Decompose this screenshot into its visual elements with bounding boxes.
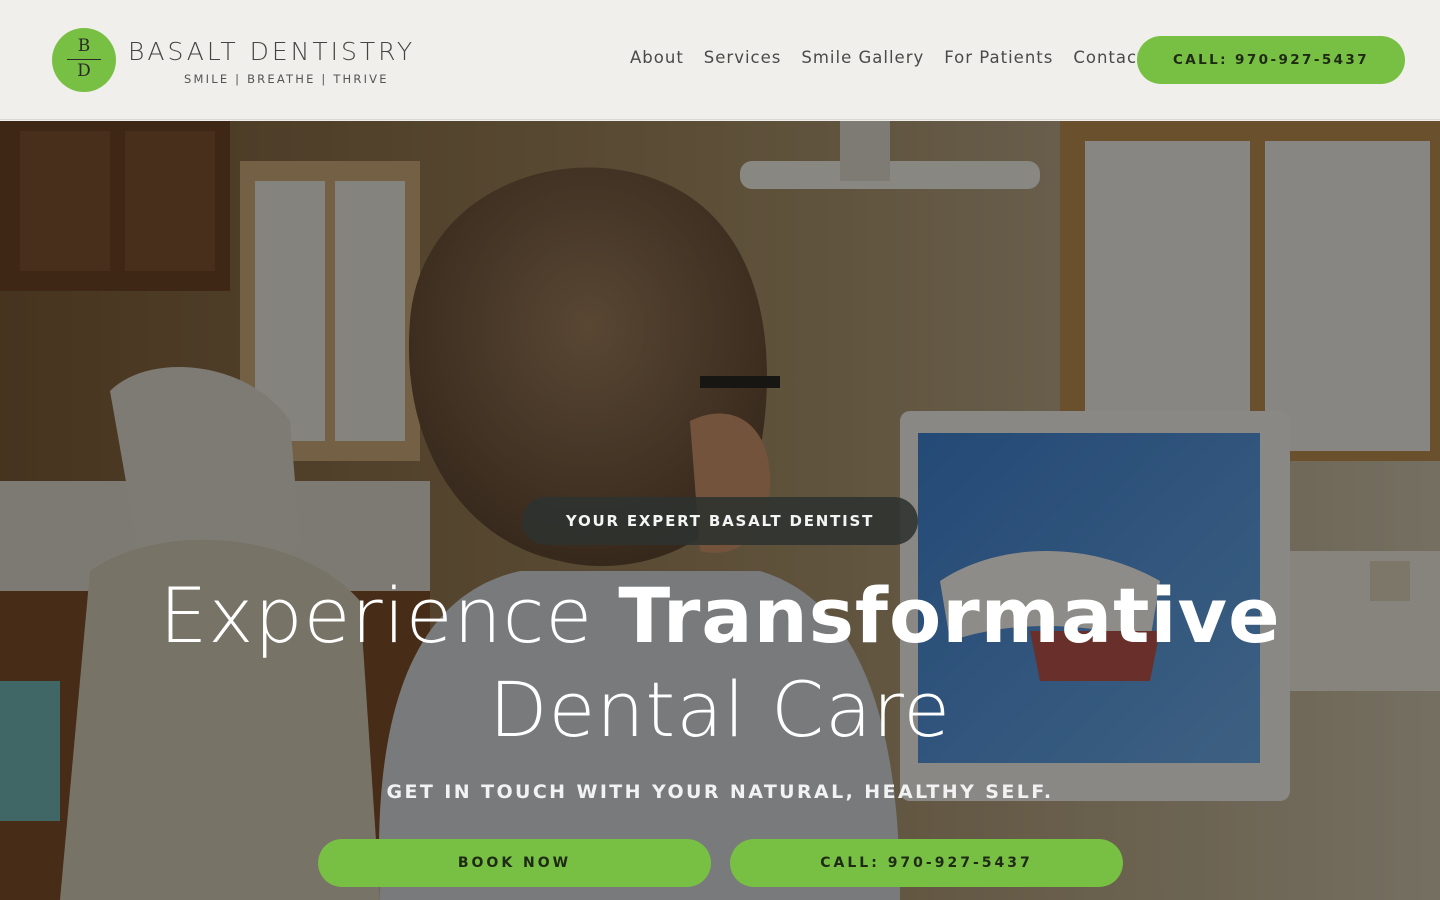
nav-link-services[interactable]: Services xyxy=(704,48,782,67)
hero-call-button[interactable]: CALL: 970-927-5437 xyxy=(730,839,1123,887)
hero-headline: Experience Transformative Dental Care xyxy=(0,569,1440,757)
nav-link-about[interactable]: About xyxy=(630,48,684,67)
headline-light-text: Experience xyxy=(159,571,619,660)
headline-line-two: Dental Care xyxy=(488,665,952,754)
book-now-button[interactable]: BOOK NOW xyxy=(318,839,711,887)
nav-link-smile-gallery[interactable]: Smile Gallery xyxy=(801,48,924,67)
brand-tagline: SMILE | BREATHE | THRIVE xyxy=(184,71,389,86)
main-nav: About Services Smile Gallery For Patient… xyxy=(630,48,1165,67)
brand-name: BASALT DENTISTRY xyxy=(128,36,416,66)
site-logo[interactable]: B D BASALT DENTISTRY SMILE | BREATHE | T… xyxy=(52,28,415,92)
logo-letter-top: B xyxy=(77,36,91,56)
logo-letter-bottom: D xyxy=(77,61,91,81)
hero-subheadline: GET IN TOUCH WITH YOUR NATURAL, HEALTHY … xyxy=(386,781,1054,803)
header-call-button[interactable]: CALL: 970-927-5437 xyxy=(1137,36,1405,84)
logo-text: BASALT DENTISTRY SMILE | BREATHE | THRIV… xyxy=(128,39,415,86)
nav-link-for-patients[interactable]: For Patients xyxy=(944,48,1053,67)
hero-eyebrow-badge: YOUR EXPERT BASALT DENTIST xyxy=(522,497,918,545)
logo-divider xyxy=(67,59,101,60)
headline-bold-text: Transformative xyxy=(618,571,1281,660)
site-header: B D BASALT DENTISTRY SMILE | BREATHE | T… xyxy=(0,0,1440,120)
nav-link-contact[interactable]: Contact xyxy=(1073,48,1144,67)
hero-section: YOUR EXPERT BASALT DENTIST Experience Tr… xyxy=(0,121,1440,900)
logo-mark: B D xyxy=(52,28,116,92)
